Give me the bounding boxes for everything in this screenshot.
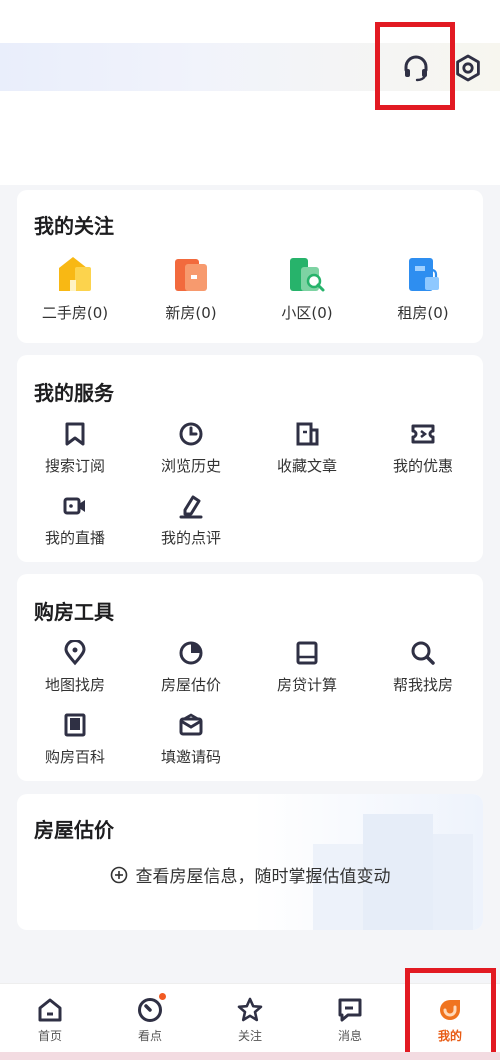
services-title: 我的服务 <box>34 381 114 405</box>
service-search-subscription[interactable]: 搜索订阅 <box>17 421 133 476</box>
follow-community[interactable]: 小区(0) <box>249 254 365 323</box>
estimate-title: 房屋估价 <box>34 818 114 842</box>
tab-discover[interactable]: 看点 <box>100 984 200 1060</box>
tool-label: 填邀请码 <box>160 748 221 766</box>
follow-item-label: 新房(0) <box>165 304 217 322</box>
service-my-coupons[interactable]: 我的优惠 <box>365 421 481 476</box>
second-hand-house-icon <box>59 257 91 291</box>
bottom-strip <box>0 1052 500 1060</box>
follow-card: 我的关注 二手房(0) 新房(0) 小区(0) 租房(0) <box>17 190 483 343</box>
star-icon <box>237 997 263 1022</box>
tab-label: 首页 <box>37 1029 62 1043</box>
follow-item-label: 租房(0) <box>397 304 449 322</box>
header <box>0 0 500 185</box>
follow-second-hand[interactable]: 二手房(0) <box>17 254 133 323</box>
tab-home[interactable]: 首页 <box>0 984 100 1060</box>
service-my-live[interactable]: 我的直播 <box>17 493 133 548</box>
tool-label: 帮我找房 <box>392 676 453 694</box>
tool-map-search[interactable]: 地图找房 <box>17 640 133 695</box>
calculator-icon <box>296 641 318 665</box>
tool-buying-encyclopedia[interactable]: 购房百科 <box>17 712 133 767</box>
tool-label: 购房百科 <box>44 748 105 766</box>
estimate-action[interactable]: 查看房屋信息，随时掌握估值变动 <box>17 862 483 887</box>
tab-label: 看点 <box>137 1029 162 1043</box>
tool-mortgage-calculator[interactable]: 房贷计算 <box>249 640 365 695</box>
settings-button[interactable] <box>448 48 488 88</box>
tool-help-find-house[interactable]: 帮我找房 <box>365 640 481 695</box>
service-my-reviews[interactable]: 我的点评 <box>133 493 249 548</box>
tab-label: 关注 <box>237 1029 262 1043</box>
search-icon <box>411 641 435 665</box>
home-icon <box>38 998 62 1022</box>
service-label: 搜索订阅 <box>44 457 105 475</box>
estimate-action-label: 查看房屋信息，随时掌握估值变动 <box>135 867 391 887</box>
tab-follow[interactable]: 关注 <box>200 984 300 1060</box>
follow-item-label: 小区(0) <box>281 304 333 322</box>
tool-house-valuation[interactable]: 房屋估价 <box>133 640 249 695</box>
bookmark-icon <box>65 422 85 446</box>
service-label: 我的点评 <box>160 529 221 547</box>
service-label: 浏览历史 <box>160 457 221 475</box>
rental-icon <box>409 258 439 291</box>
tools-card: 购房工具 地图找房 房屋估价 房贷计算 帮我找房 购房百科 填邀请码 <box>17 574 483 781</box>
bottom-tab-bar: 首页 看点 关注 消息 我的 <box>0 983 500 1060</box>
plus-circle-icon <box>110 866 127 883</box>
tab-messages[interactable]: 消息 <box>300 984 400 1060</box>
services-card: 我的服务 搜索订阅 浏览历史 收藏文章 我的优惠 我的直播 我的点评 <box>17 355 483 562</box>
notification-dot <box>157 991 168 1002</box>
service-saved-articles[interactable]: 收藏文章 <box>249 421 365 476</box>
tab-profile[interactable]: 我的 <box>400 984 500 1060</box>
tab-label: 我的 <box>437 1029 462 1043</box>
message-icon <box>338 998 362 1022</box>
follow-title: 我的关注 <box>34 214 114 238</box>
pen-icon <box>179 495 203 519</box>
map-pin-icon <box>64 640 86 666</box>
profile-icon <box>440 1000 460 1020</box>
gear-icon <box>456 54 480 82</box>
headset-icon <box>404 55 428 82</box>
tab-label: 消息 <box>337 1029 362 1043</box>
follow-new-house[interactable]: 新房(0) <box>133 254 249 323</box>
video-icon <box>63 497 85 515</box>
article-icon <box>296 422 319 446</box>
community-icon <box>290 258 325 292</box>
envelope-icon <box>179 713 203 736</box>
tool-label: 地图找房 <box>44 676 105 694</box>
book-icon <box>64 713 86 737</box>
follow-item-label: 二手房(0) <box>41 304 109 322</box>
estimate-card: 房屋估价 查看房屋信息，随时掌握估值变动 <box>17 794 483 930</box>
clock-icon <box>179 422 203 446</box>
tool-label: 房屋估价 <box>160 676 221 694</box>
pie-icon <box>179 641 203 665</box>
service-label: 收藏文章 <box>276 457 337 475</box>
service-label: 我的优惠 <box>392 457 453 475</box>
follow-rental[interactable]: 租房(0) <box>365 254 481 323</box>
service-label: 我的直播 <box>44 529 105 547</box>
customer-service-button[interactable] <box>396 48 436 88</box>
tool-invite-code[interactable]: 填邀请码 <box>133 712 249 767</box>
service-browse-history[interactable]: 浏览历史 <box>133 421 249 476</box>
new-house-icon <box>175 259 207 291</box>
tools-title: 购房工具 <box>34 600 114 624</box>
tool-label: 房贷计算 <box>276 676 337 694</box>
ticket-icon <box>411 424 435 444</box>
